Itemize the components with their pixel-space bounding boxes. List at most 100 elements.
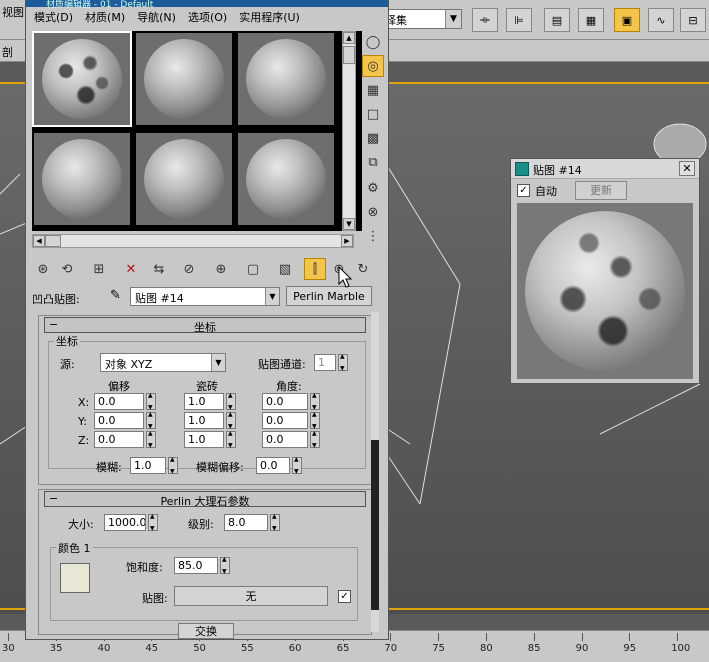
sample-slot-4[interactable] — [32, 131, 132, 227]
named-selection-combo[interactable]: 择集 ▼ — [380, 9, 462, 29]
angle-z-field[interactable]: 0.0 — [262, 431, 308, 448]
angle-x-field[interactable]: 0.0 — [262, 393, 308, 410]
options-icon[interactable]: ⚙ — [362, 177, 384, 199]
size-field[interactable]: 1000.0 — [104, 514, 146, 531]
menu-utilities[interactable]: 实用程序(U) — [239, 9, 300, 25]
offset-x-field[interactable]: 0.0 — [94, 393, 144, 410]
color1-swatch[interactable] — [60, 563, 90, 593]
tiling-x-field[interactable]: 1.0 — [184, 393, 224, 410]
slots-horizontal-scrollbar[interactable]: ◀ ▶ — [32, 234, 354, 248]
tiling-x-spinner[interactable] — [226, 392, 236, 411]
assign-material-icon[interactable]: ⊞ — [88, 258, 110, 280]
map-channel-spinner[interactable] — [338, 353, 348, 372]
map-preview-titlebar[interactable]: 贴图 #14 ✕ — [511, 159, 699, 179]
material-editor-window[interactable]: 材质编辑器 - 01 - Default 模式(D) 材质(M) 导航(N) 选… — [25, 0, 389, 640]
eyedropper-icon[interactable]: ✎ — [110, 288, 121, 303]
viewport-menu-label[interactable]: 视图 — [2, 4, 24, 20]
sample-slot-5[interactable] — [134, 131, 234, 227]
chevron-down-icon[interactable]: ▼ — [211, 354, 225, 371]
sample-type-icon[interactable]: ◯ — [362, 31, 384, 53]
swap-button[interactable]: 交换 — [178, 623, 234, 639]
levels-label: 级别: — [188, 518, 214, 531]
blur-offset-field[interactable]: 0.0 — [256, 457, 290, 474]
show-shaded-map-icon[interactable]: ▧ — [274, 258, 296, 280]
render-setup-button[interactable]: ⊟ — [680, 8, 706, 32]
tiling-z-field[interactable]: 1.0 — [184, 431, 224, 448]
levels-spinner[interactable] — [270, 513, 280, 532]
tiling-y-field[interactable]: 1.0 — [184, 412, 224, 429]
tiling-z-spinner[interactable] — [226, 430, 236, 449]
blur-spinner[interactable] — [168, 456, 178, 475]
mirror-button[interactable]: ⟛ — [472, 8, 498, 32]
select-by-material-icon[interactable]: ⊗ — [362, 201, 384, 223]
editor-panel-scroll-thumb[interactable] — [371, 440, 379, 610]
ribbon-button[interactable]: ▦ — [578, 8, 604, 32]
scroll-up-icon[interactable]: ▲ — [343, 32, 355, 44]
menu-navigation[interactable]: 导航(N) — [137, 9, 176, 25]
auto-update-checkbox[interactable]: ✓ — [517, 184, 530, 197]
map-name-combo[interactable]: 贴图 #14 ▼ — [130, 287, 280, 306]
size-spinner[interactable] — [148, 513, 158, 532]
copy-material-icon[interactable]: ⇆ — [148, 258, 170, 280]
scroll-right-icon[interactable]: ▶ — [341, 235, 353, 247]
curve-editor-button[interactable]: ∿ — [648, 8, 674, 32]
material-id-channel-icon[interactable]: ▢ — [242, 258, 264, 280]
put-to-library-icon[interactable]: ⊕ — [210, 258, 232, 280]
color1-map-checkbox[interactable]: ✓ — [338, 590, 351, 603]
map-type-button[interactable]: Perlin Marble — [286, 286, 372, 306]
source-combo[interactable]: 对象 XYZ ▼ — [100, 353, 226, 372]
blur-offset-spinner[interactable] — [292, 456, 302, 475]
material-editor-button[interactable]: ▣ — [614, 8, 640, 32]
backlight-icon[interactable]: ◎ — [362, 55, 384, 77]
map-channel-field[interactable]: 1 — [314, 354, 336, 371]
put-material-icon[interactable]: ⟲ — [56, 258, 78, 280]
scroll-h-thumb[interactable] — [45, 235, 61, 247]
levels-field[interactable]: 8.0 — [224, 514, 268, 531]
make-unique-icon[interactable]: ⊘ — [178, 258, 200, 280]
offset-y-spinner[interactable] — [146, 411, 156, 430]
color-check-icon[interactable]: ▩ — [362, 127, 384, 149]
sample-slot-2[interactable] — [134, 31, 234, 127]
color1-map-button[interactable]: 无 — [174, 586, 328, 606]
sample-slot-1[interactable] — [32, 31, 132, 127]
offset-z-spinner[interactable] — [146, 430, 156, 449]
tiling-y-spinner[interactable] — [226, 411, 236, 430]
show-end-result-icon[interactable]: ⫿ — [304, 258, 326, 280]
angle-y-field[interactable]: 0.0 — [262, 412, 308, 429]
sample-slot-3[interactable] — [236, 31, 336, 127]
close-icon[interactable]: ✕ — [679, 161, 695, 176]
scroll-thumb[interactable] — [343, 46, 355, 64]
scroll-left-icon[interactable]: ◀ — [33, 235, 45, 247]
slots-vertical-scrollbar[interactable]: ▲ ▼ — [342, 31, 356, 231]
scroll-down-icon[interactable]: ▼ — [343, 218, 355, 230]
make-preview-icon[interactable]: ⧉ — [362, 151, 384, 173]
layer-manager-button[interactable]: ▤ — [544, 8, 570, 32]
offset-z-field[interactable]: 0.0 — [94, 431, 144, 448]
saturation-spinner[interactable] — [220, 556, 230, 575]
angle-y-spinner[interactable] — [310, 411, 320, 430]
angle-x-spinner[interactable] — [310, 392, 320, 411]
viewport-label[interactable]: 剖 — [2, 44, 13, 60]
go-forward-icon[interactable]: ↻ — [352, 258, 374, 280]
material-map-navigator-icon[interactable]: ⋮ — [362, 225, 384, 247]
align-button[interactable]: ⊫ — [506, 8, 532, 32]
angle-z-spinner[interactable] — [310, 430, 320, 449]
update-button[interactable]: 更新 — [575, 181, 627, 200]
offset-x-spinner[interactable] — [146, 392, 156, 411]
ruler-tick — [629, 633, 631, 641]
offset-y-field[interactable]: 0.0 — [94, 412, 144, 429]
blur-field[interactable]: 1.0 — [130, 457, 166, 474]
menu-material[interactable]: 材质(M) — [85, 9, 125, 25]
map-preview-window[interactable]: 贴图 #14 ✕ ✓ 自动 更新 — [510, 158, 700, 384]
sample-uv-tiling-icon[interactable]: □ — [362, 103, 384, 125]
sample-slot-6[interactable] — [236, 131, 336, 227]
menu-options[interactable]: 选项(O) — [188, 9, 227, 25]
menu-mode[interactable]: 模式(D) — [34, 9, 73, 25]
get-material-icon[interactable]: ⊛ — [32, 258, 54, 280]
background-checker-icon[interactable]: ▦ — [362, 79, 384, 101]
saturation-field[interactable]: 85.0 — [174, 557, 218, 574]
reset-map-icon[interactable]: ✕ — [120, 258, 142, 280]
chevron-down-icon[interactable]: ▼ — [265, 288, 279, 305]
chevron-down-icon[interactable]: ▼ — [445, 10, 461, 28]
ruler-tick-label: 35 — [49, 643, 63, 654]
